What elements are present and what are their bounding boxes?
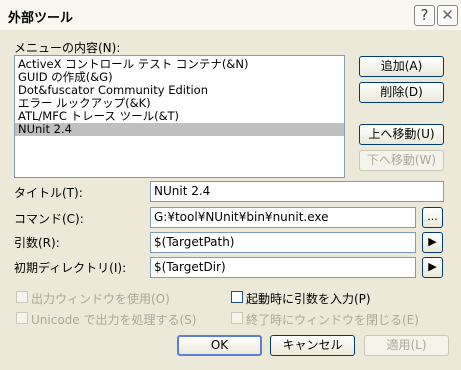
help-icon: ? xyxy=(420,6,429,24)
apply-button[interactable]: 適用(L) xyxy=(364,335,449,356)
initial-directory-label: 初期ディレクトリ(I): xyxy=(14,261,127,275)
use-output-window-checkbox[interactable] xyxy=(16,291,28,303)
move-up-button[interactable]: 上へ移動(U) xyxy=(359,124,444,145)
close-button[interactable]: ✕ xyxy=(437,5,458,26)
ok-button[interactable]: OK xyxy=(177,335,262,356)
initial-directory-field[interactable]: $(TargetDir) xyxy=(150,257,416,278)
command-label: コマンド(C): xyxy=(14,212,84,226)
close-icon: ✕ xyxy=(441,6,454,24)
browse-button[interactable]: ... xyxy=(422,207,443,228)
arrow-right-icon: ▶ xyxy=(428,235,437,248)
title-bar: 外部ツール ? ✕ xyxy=(0,0,461,30)
menu-contents-label: メニューの内容(N): xyxy=(14,41,121,55)
prompt-for-arguments-label: 起動時に引数を入力(P) xyxy=(246,292,371,306)
title-field[interactable]: NUnit 2.4 xyxy=(150,181,444,202)
window-title: 外部ツール xyxy=(8,11,74,26)
use-output-window-label: 出力ウィンドウを使用(O) xyxy=(31,292,170,306)
delete-button[interactable]: 削除(D) xyxy=(359,82,444,103)
arrow-right-icon: ▶ xyxy=(428,260,437,273)
close-on-exit-checkbox[interactable] xyxy=(231,312,243,324)
help-button[interactable]: ? xyxy=(414,5,435,26)
initial-directory-menu-button[interactable]: ▶ xyxy=(422,257,443,278)
list-item-selected[interactable]: NUnit 2.4 xyxy=(15,123,344,136)
arguments-menu-button[interactable]: ▶ xyxy=(422,232,443,253)
arguments-label: 引数(R): xyxy=(14,236,60,250)
prompt-for-arguments-checkbox[interactable] xyxy=(231,291,243,303)
arguments-field[interactable]: $(TargetPath) xyxy=(150,232,416,253)
tools-list[interactable]: ActiveX コントロール テスト コンテナ(&N) GUID の作成(&G)… xyxy=(14,55,345,178)
title-label: タイトル(T): xyxy=(14,186,83,200)
close-on-exit-label: 終了時にウィンドウを閉じる(E) xyxy=(246,313,419,327)
move-down-button[interactable]: 下へ移動(W) xyxy=(359,150,444,171)
add-button[interactable]: 追加(A) xyxy=(359,56,444,77)
unicode-output-checkbox[interactable] xyxy=(16,312,28,324)
command-field[interactable]: G:¥tool¥NUnit¥bin¥nunit.exe xyxy=(150,207,416,228)
cancel-button[interactable]: キャンセル xyxy=(270,335,355,356)
unicode-output-label: Unicode で出力を処理する(S) xyxy=(31,313,197,327)
